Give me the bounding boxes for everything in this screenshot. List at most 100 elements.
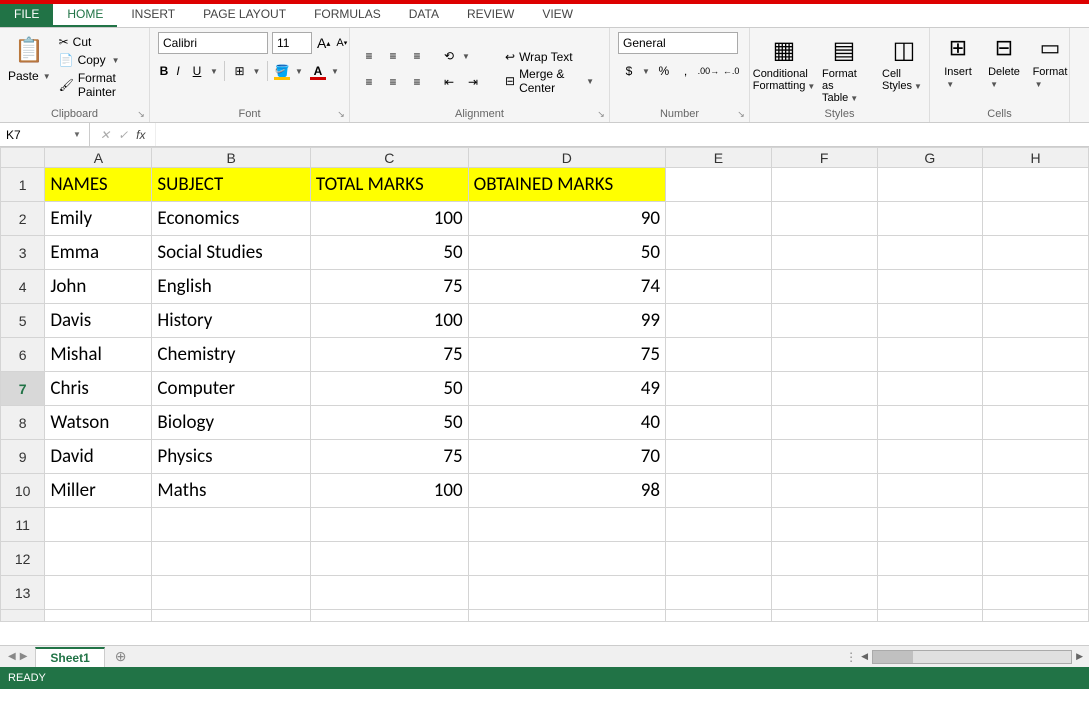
- cut-button[interactable]: ✂Cut: [57, 34, 141, 50]
- select-all-corner[interactable]: [1, 148, 45, 168]
- cell-F7[interactable]: [771, 372, 877, 406]
- cell-D8[interactable]: 40: [468, 406, 665, 440]
- tab-home[interactable]: HOME: [53, 4, 117, 27]
- cell-H9[interactable]: [983, 440, 1089, 474]
- number-format-select[interactable]: [618, 32, 738, 54]
- cell-B7[interactable]: Computer: [152, 372, 310, 406]
- cell-A6[interactable]: Mishal: [45, 338, 152, 372]
- cell-H7[interactable]: [983, 372, 1089, 406]
- cell-A4[interactable]: John: [45, 270, 152, 304]
- cell-D9[interactable]: 70: [468, 440, 665, 474]
- cell-C13[interactable]: [310, 576, 468, 610]
- hscroll-right[interactable]: ▶: [1076, 651, 1083, 662]
- cell-B11[interactable]: [152, 508, 310, 542]
- cell-H1[interactable]: [983, 168, 1089, 202]
- cell-E11[interactable]: [666, 508, 772, 542]
- cell-G8[interactable]: [877, 406, 983, 440]
- cell-G11[interactable]: [877, 508, 983, 542]
- cell-B12[interactable]: [152, 542, 310, 576]
- column-header-F[interactable]: F: [771, 148, 877, 168]
- cell-A7[interactable]: Chris: [45, 372, 152, 406]
- cell-E4[interactable]: [666, 270, 772, 304]
- paste-button[interactable]: Paste▼: [8, 69, 51, 83]
- conditional-formatting-button[interactable]: ▦ Conditional Formatting▼: [758, 32, 810, 106]
- orientation-button[interactable]: ⟲: [438, 45, 460, 67]
- cell-A3[interactable]: Emma: [45, 236, 152, 270]
- cell-D13[interactable]: [468, 576, 665, 610]
- cell-H12[interactable]: [983, 542, 1089, 576]
- cell-C3[interactable]: 50: [310, 236, 468, 270]
- cell-B5[interactable]: History: [152, 304, 310, 338]
- cancel-formula-icon[interactable]: ✕: [100, 128, 110, 142]
- underline-button[interactable]: U: [186, 60, 208, 82]
- insert-cells-button[interactable]: ⊞ Insert▼: [938, 32, 978, 90]
- cell-B1[interactable]: SUBJECT: [152, 168, 310, 202]
- cell-G4[interactable]: [877, 270, 983, 304]
- accounting-format-button[interactable]: $: [618, 60, 640, 82]
- cell-B10[interactable]: Maths: [152, 474, 310, 508]
- cell-F9[interactable]: [771, 440, 877, 474]
- cell-G9[interactable]: [877, 440, 983, 474]
- column-header-G[interactable]: G: [877, 148, 983, 168]
- cell-F12[interactable]: [771, 542, 877, 576]
- cell-E5[interactable]: [666, 304, 772, 338]
- align-right-button[interactable]: ≡: [406, 71, 428, 93]
- cell-C10[interactable]: 100: [310, 474, 468, 508]
- borders-button[interactable]: ⊞: [229, 60, 251, 82]
- cell-F6[interactable]: [771, 338, 877, 372]
- cell-F14[interactable]: [771, 610, 877, 622]
- cell-C8[interactable]: 50: [310, 406, 468, 440]
- cell-B14[interactable]: [152, 610, 310, 622]
- cell-H8[interactable]: [983, 406, 1089, 440]
- cell-C6[interactable]: 75: [310, 338, 468, 372]
- cell-D1[interactable]: OBTAINED MARKS: [468, 168, 665, 202]
- cell-H6[interactable]: [983, 338, 1089, 372]
- font-color-button[interactable]: A: [307, 60, 329, 82]
- horizontal-scrollbar[interactable]: [872, 650, 1072, 664]
- cell-E14[interactable]: [666, 610, 772, 622]
- cell-D5[interactable]: 99: [468, 304, 665, 338]
- cell-F5[interactable]: [771, 304, 877, 338]
- cell-C4[interactable]: 75: [310, 270, 468, 304]
- row-header-4[interactable]: 4: [1, 270, 45, 304]
- cell-A13[interactable]: [45, 576, 152, 610]
- format-cells-button[interactable]: ▭ Format▼: [1030, 32, 1070, 90]
- cell-E9[interactable]: [666, 440, 772, 474]
- row-header-7[interactable]: 7: [1, 372, 45, 406]
- cell-F13[interactable]: [771, 576, 877, 610]
- cell-G14[interactable]: [877, 610, 983, 622]
- shrink-font-button[interactable]: A▾: [335, 32, 348, 54]
- row-header-5[interactable]: 5: [1, 304, 45, 338]
- cell-H4[interactable]: [983, 270, 1089, 304]
- cell-C2[interactable]: 100: [310, 202, 468, 236]
- cell-G7[interactable]: [877, 372, 983, 406]
- cell-B6[interactable]: Chemistry: [152, 338, 310, 372]
- cell-E10[interactable]: [666, 474, 772, 508]
- cell-G3[interactable]: [877, 236, 983, 270]
- delete-cells-button[interactable]: ⊟ Delete▼: [984, 32, 1024, 90]
- fill-color-button[interactable]: 🪣: [271, 60, 293, 82]
- comma-button[interactable]: ,: [676, 60, 696, 82]
- align-center-button[interactable]: ≡: [382, 71, 404, 93]
- cell-E2[interactable]: [666, 202, 772, 236]
- cell-E8[interactable]: [666, 406, 772, 440]
- name-box-input[interactable]: [0, 128, 70, 142]
- cell-F10[interactable]: [771, 474, 877, 508]
- cell-H5[interactable]: [983, 304, 1089, 338]
- increase-indent-button[interactable]: ⇥: [462, 71, 484, 93]
- cell-D2[interactable]: 90: [468, 202, 665, 236]
- cell-A12[interactable]: [45, 542, 152, 576]
- cell-A14[interactable]: [45, 610, 152, 622]
- cell-styles-button[interactable]: ◫ Cell Styles▼: [878, 32, 930, 106]
- tab-insert[interactable]: INSERT: [117, 4, 189, 27]
- column-header-C[interactable]: C: [310, 148, 468, 168]
- bold-button[interactable]: B: [158, 60, 170, 82]
- align-left-button[interactable]: ≡: [358, 71, 380, 93]
- cell-C14[interactable]: [310, 610, 468, 622]
- wrap-text-button[interactable]: ↩Wrap Text: [498, 46, 601, 68]
- tab-data[interactable]: DATA: [395, 4, 453, 27]
- column-header-D[interactable]: D: [468, 148, 665, 168]
- tab-nav-prev[interactable]: ◀: [8, 651, 16, 662]
- fill-color-dropdown[interactable]: ▼: [295, 67, 305, 76]
- cell-D7[interactable]: 49: [468, 372, 665, 406]
